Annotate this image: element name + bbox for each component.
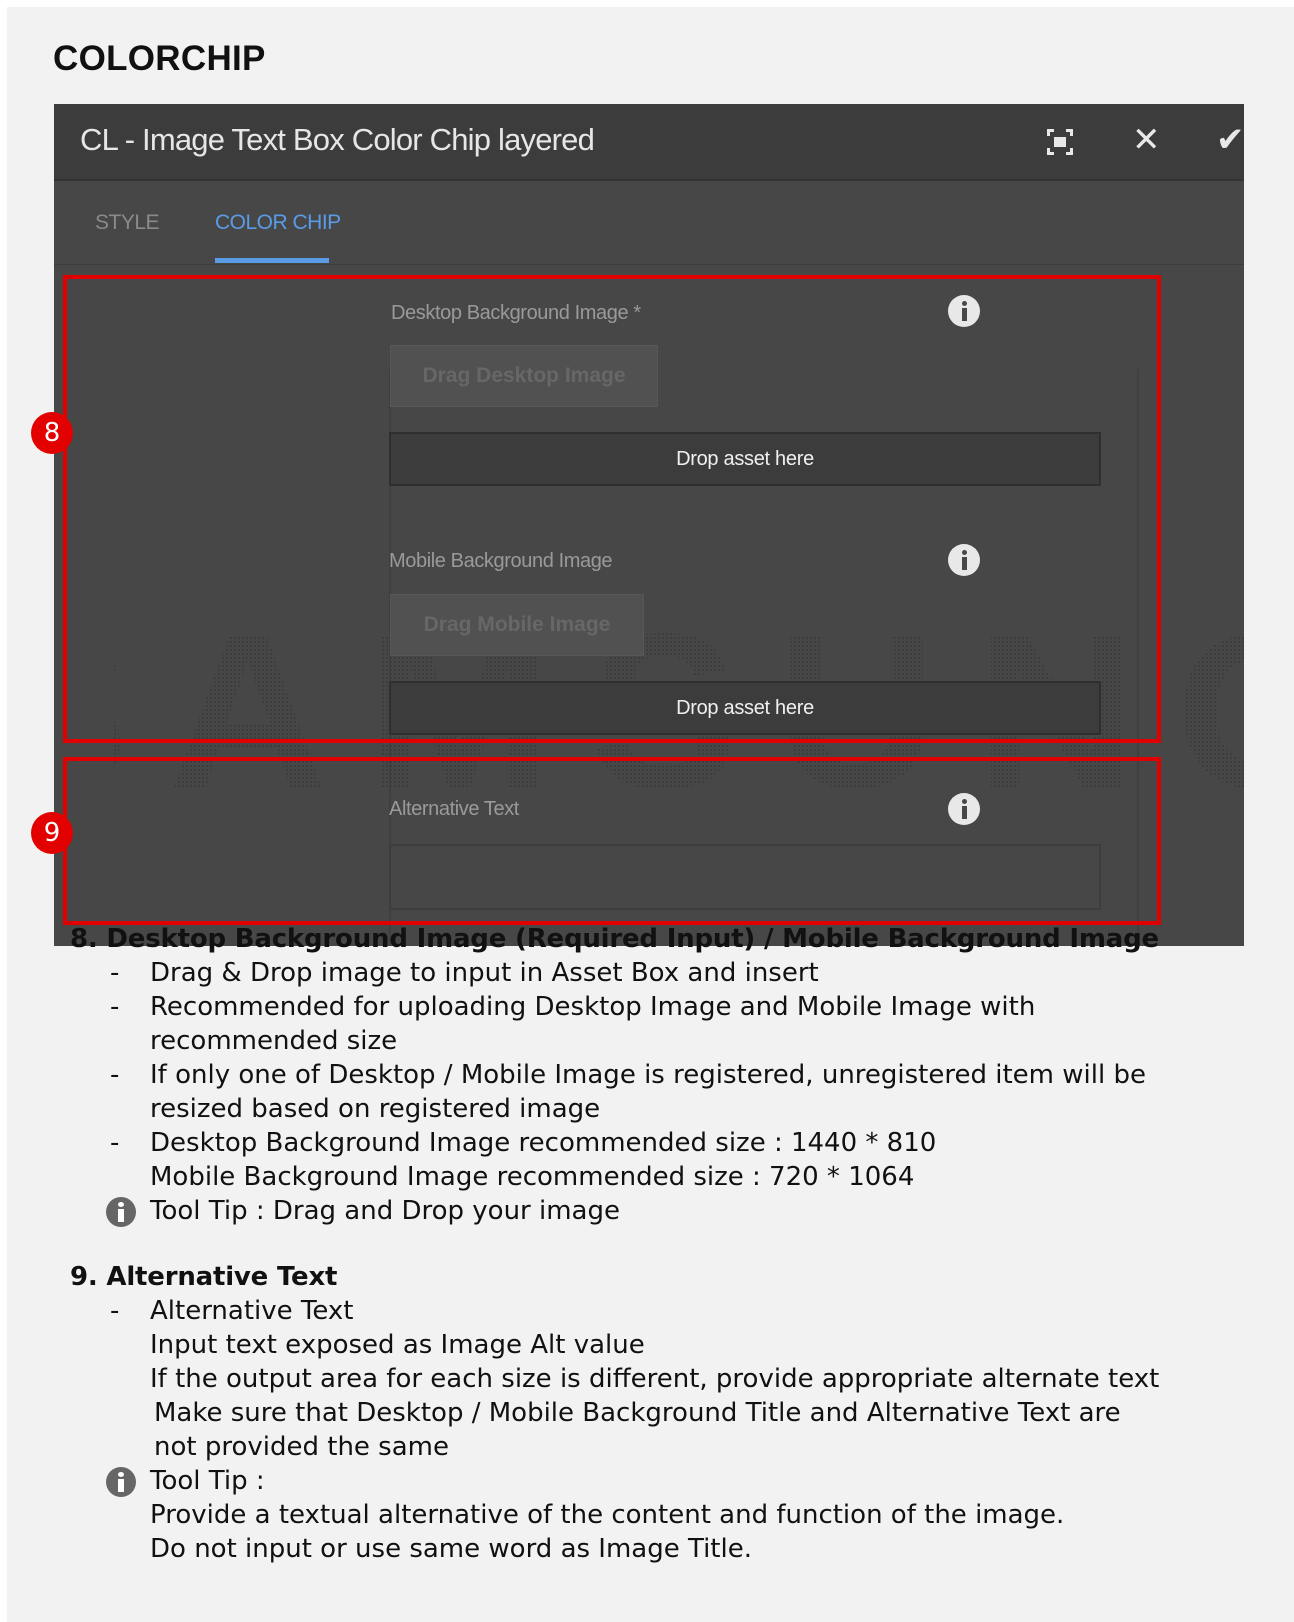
list-item-continued: Mobile Background Image recommended size…	[150, 1162, 915, 1192]
dialog-title: CL - Image Text Box Color Chip layered	[80, 122, 595, 157]
document-page: COLORCHIP CL - Image Text Box Color Chip…	[7, 7, 1294, 1622]
info-icon	[106, 1467, 136, 1497]
callout-badge-8: 8	[31, 412, 73, 454]
list-item: - Recommended for uploading Desktop Image…	[110, 992, 1036, 1022]
section-8-title: 8. Desktop Background Image (Required In…	[70, 924, 1159, 954]
list-item: - Desktop Background Image recommended si…	[110, 1128, 937, 1158]
notes-section: 8. Desktop Background Image (Required In…	[70, 922, 1270, 1566]
info-icon	[106, 1197, 136, 1227]
list-item-continued: Make sure that Desktop / Mobile Backgrou…	[154, 1398, 1121, 1428]
list-item: - If only one of Desktop / Mobile Image i…	[110, 1060, 1146, 1090]
section-9-title: 9. Alternative Text	[70, 1262, 338, 1292]
callout-box-8	[63, 275, 1161, 743]
active-tab-indicator	[215, 258, 329, 263]
list-item-continued: recommended size	[150, 1026, 398, 1056]
dialog-header: CL - Image Text Box Color Chip layered ✕…	[54, 104, 1244, 181]
callout-box-9	[63, 757, 1161, 925]
list-item-continued: not provided the same	[154, 1432, 449, 1462]
list-item-continued: If the output area for each size is diff…	[150, 1364, 1160, 1394]
tooltip-line: Do not input or use same word as Image T…	[150, 1534, 752, 1564]
tooltip-note: Tool Tip : Drag and Drop your image	[70, 1194, 1270, 1228]
callout-badge-9: 9	[31, 812, 73, 854]
check-icon[interactable]: ✔	[1216, 120, 1244, 160]
tab-style[interactable]: STYLE	[95, 211, 160, 235]
tab-color-chip[interactable]: COLOR CHIP	[215, 211, 341, 235]
list-item-continued: resized based on registered image	[150, 1094, 601, 1124]
list-item: - Alternative Text	[110, 1296, 354, 1326]
close-icon[interactable]: ✕	[1132, 120, 1161, 160]
fullscreen-icon[interactable]	[1044, 126, 1076, 158]
list-item-continued: Input text exposed as Image Alt value	[150, 1330, 645, 1360]
tooltip-note: Tool Tip :	[70, 1464, 1270, 1498]
page-title: COLORCHIP	[53, 39, 266, 78]
list-item: - Drag & Drop image to input in Asset Box…	[110, 958, 819, 988]
dialog-tabs: STYLE COLOR CHIP	[54, 183, 1244, 265]
tooltip-line: Provide a textual alternative of the con…	[150, 1500, 1065, 1530]
